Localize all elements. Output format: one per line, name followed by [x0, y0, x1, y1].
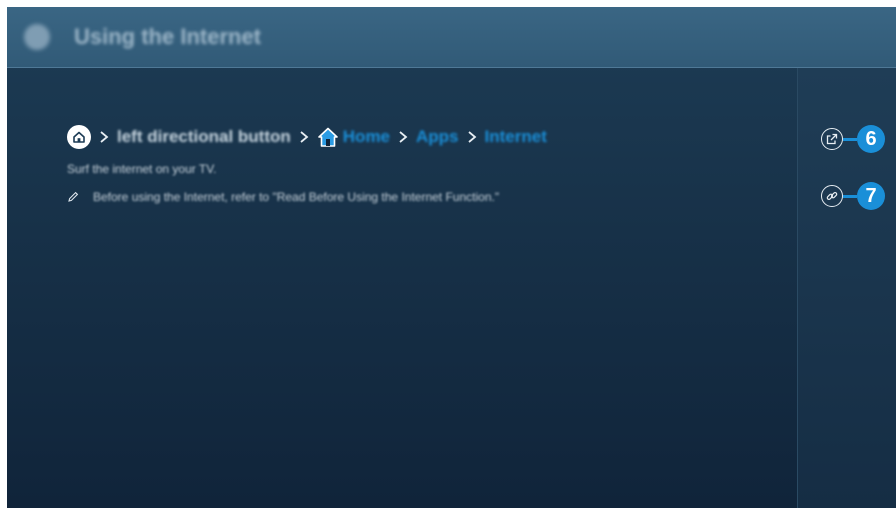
- external-link-icon[interactable]: [821, 128, 843, 150]
- home-icon: [317, 127, 338, 147]
- breadcrumb-link-internet[interactable]: Internet: [485, 127, 547, 147]
- description-text: Surf the internet on your TV.: [67, 162, 217, 176]
- note-text: Before using the Internet, refer to "Rea…: [93, 190, 500, 204]
- breadcrumb-step-left-button: left directional button: [117, 127, 291, 146]
- header-bar: Using the Internet: [7, 7, 896, 68]
- breadcrumb: left directional button Home Apps Intern…: [67, 123, 547, 151]
- chevron-right-icon: [300, 131, 309, 143]
- help-screen: Using the Internet left directional butt…: [7, 7, 896, 508]
- link-icon[interactable]: [821, 185, 843, 207]
- callout-7: 7: [821, 182, 885, 210]
- callout-6: 6: [821, 125, 885, 153]
- app-icon: [24, 24, 50, 50]
- page-title: Using the Internet: [74, 24, 262, 49]
- callout-badge: 6: [857, 125, 885, 153]
- breadcrumb-link-home[interactable]: Home: [343, 127, 390, 147]
- chevron-right-icon: [399, 131, 408, 143]
- callout-badge: 7: [857, 182, 885, 210]
- callout-connector: [843, 194, 857, 198]
- chevron-right-icon: [100, 131, 109, 143]
- note: Before using the Internet, refer to "Rea…: [67, 188, 499, 206]
- breadcrumb-link-apps[interactable]: Apps: [416, 127, 459, 147]
- home-icon: [67, 125, 91, 149]
- pencil-icon: [68, 191, 79, 202]
- callout-connector: [843, 137, 857, 141]
- chevron-right-icon: [467, 131, 476, 143]
